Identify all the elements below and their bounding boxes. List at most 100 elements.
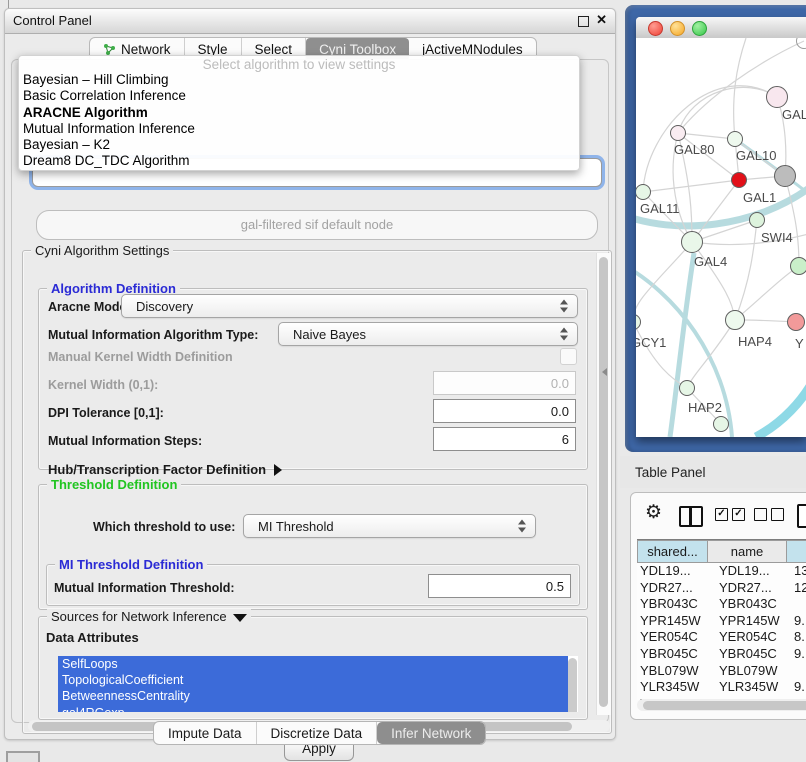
network-node-hap2[interactable]	[679, 380, 695, 396]
node-label-hap2: HAP2	[688, 400, 722, 415]
panel-collapse-handle[interactable]	[6, 751, 40, 762]
kernel-width-field[interactable]: 0.0	[433, 371, 576, 395]
mac-zoom-icon[interactable]	[692, 21, 707, 36]
attribute-item-selected[interactable]: gal4RGexp	[58, 705, 568, 712]
which-threshold-label: Which threshold to use:	[93, 520, 235, 534]
hub-definition-toggle[interactable]: Hub/Transcription Factor Definition	[48, 462, 282, 477]
mi-steps-field[interactable]: 6	[433, 427, 576, 451]
threshold-definition-title: Threshold Definition	[47, 477, 181, 492]
table-row[interactable]: YBR045CYBR045C9.	[637, 646, 806, 663]
dropdown-item[interactable]: Bayesian – K2	[23, 137, 575, 153]
mi-threshold-label: Mutual Information Threshold:	[54, 581, 235, 595]
table-row[interactable]: YPR145WYPR145W9.	[637, 613, 806, 630]
table-cell: YBL079W	[708, 663, 787, 680]
deselect-all-icon[interactable]	[754, 508, 784, 521]
network-node-gal4[interactable]	[681, 231, 703, 253]
stepper-icon	[518, 520, 526, 533]
table-cell	[787, 596, 794, 613]
table-cell: YLR345W	[637, 679, 708, 696]
close-icon[interactable]: ✕	[596, 12, 607, 28]
table-header-row: shared...name	[637, 539, 806, 563]
list-scrollbar[interactable]	[568, 658, 577, 712]
network-selector-combo[interactable]: gal-filtered sif default node	[36, 210, 598, 240]
table-cell: YPR145W	[708, 613, 787, 630]
network-canvas[interactable]: GALGAL80GAL10GAL1GAL11SWI4GAL4GCY1HAP4YH…	[636, 38, 806, 437]
table-cell: YER054C	[637, 629, 708, 646]
dropdown-item[interactable]: Mutual Information Inference	[23, 121, 575, 137]
mac-close-icon[interactable]	[648, 21, 663, 36]
column-header-partial[interactable]	[787, 540, 806, 563]
tab-impute-data[interactable]: Impute Data	[154, 722, 257, 744]
kernel-width-label: Kernel Width (0,1):	[48, 378, 158, 392]
mi-type-value: Naive Bayes	[293, 327, 366, 342]
aracne-mode-label: Aracne Mode:	[48, 300, 131, 314]
dpi-tolerance-field[interactable]: 0.0	[433, 399, 576, 423]
table-row[interactable]: YDR27...YDR27...12	[637, 580, 806, 597]
mi-type-combo[interactable]: Naive Bayes	[278, 322, 578, 346]
dropdown-item[interactable]: ARACNE Algorithm	[23, 105, 575, 121]
network-node-gal1[interactable]	[731, 172, 747, 188]
mac-minimize-icon[interactable]	[670, 21, 685, 36]
cyni-algorithm-settings-title: Cyni Algorithm Settings	[31, 243, 173, 258]
gear-icon[interactable]: ⚙	[645, 503, 662, 523]
splitter-handle[interactable]	[602, 368, 607, 376]
attribute-item-selected[interactable]: TopologicalCoefficient	[58, 672, 568, 688]
table-row[interactable]: YBL079WYBL079W	[637, 663, 806, 680]
table-horizontal-scrollbar[interactable]	[637, 699, 806, 711]
dropdown-placeholder: Select algorithm to view settings	[19, 57, 579, 72]
network-node-gal-top[interactable]	[766, 86, 788, 108]
mi-threshold-definition-title: MI Threshold Definition	[55, 557, 207, 572]
aracne-mode-combo[interactable]: Discovery	[121, 294, 578, 318]
split-panel-icon[interactable]	[679, 506, 703, 527]
new-column-icon[interactable]	[797, 504, 806, 528]
node-label-gal1: GAL1	[743, 190, 776, 205]
screen: Control Panel ✕ NetworkStyleSelectCyni T…	[0, 0, 806, 762]
network-node-salmon[interactable]	[787, 313, 805, 331]
table-cell: 12	[787, 580, 806, 597]
table-cell: YDR27...	[708, 580, 787, 597]
node-label-gal11: GAL11	[640, 201, 680, 216]
table-cell: YDL19...	[637, 563, 708, 580]
attribute-item-selected[interactable]: SelfLoops	[58, 656, 568, 672]
dropdown-item[interactable]: Dream8 DC_TDC Algorithm	[23, 153, 575, 169]
aracne-mode-value: Discovery	[136, 299, 193, 314]
column-header-name[interactable]: name	[708, 540, 787, 563]
network-node-gal10[interactable]	[727, 131, 743, 147]
float-window-icon[interactable]	[578, 16, 589, 27]
which-threshold-combo[interactable]: MI Threshold	[243, 514, 536, 538]
dropdown-item[interactable]: Bayesian – Hill Climbing	[23, 72, 575, 88]
network-node-bottom-green[interactable]	[713, 416, 729, 432]
network-node-hap4[interactable]	[725, 310, 745, 330]
mi-threshold-field[interactable]: 0.5	[428, 574, 571, 598]
network-node-big-gray[interactable]	[774, 165, 796, 187]
manual-kernel-label: Manual Kernel Width Definition	[48, 350, 233, 364]
manual-kernel-checkbox[interactable]	[560, 348, 577, 365]
settings-vertical-scrollbar[interactable]	[596, 253, 611, 715]
column-header-shared...[interactable]: shared...	[637, 540, 708, 563]
table-cell: 9.	[787, 646, 805, 663]
table-row[interactable]: YLR345WYLR345W9.	[637, 679, 806, 696]
select-all-icon[interactable]: ✓✓	[715, 508, 745, 521]
dropdown-item[interactable]: Basic Correlation Inference	[23, 88, 575, 104]
table-cell: YBR043C	[708, 596, 787, 613]
network-node-gal80[interactable]	[670, 125, 686, 141]
table-panel-header: Table Panel	[620, 456, 806, 488]
expanded-arrow-icon	[233, 614, 247, 622]
network-window-titlebar	[636, 17, 806, 39]
network-node-right-green[interactable]	[790, 257, 806, 275]
table-cell: YLR345W	[708, 679, 787, 696]
table-row[interactable]: YBR043CYBR043C	[637, 596, 806, 613]
node-label-gal4: GAL4	[694, 254, 727, 269]
table-cell	[787, 663, 794, 680]
control-panel-titlebar: Control Panel ✕	[5, 9, 615, 34]
table-cell: 9.	[787, 613, 805, 630]
table-row[interactable]: YDL19...YDL19...13	[637, 563, 806, 580]
attribute-item-selected[interactable]: BetweennessCentrality	[58, 688, 568, 704]
tab-infer-network[interactable]: Infer Network	[377, 722, 485, 744]
network-node-swi4[interactable]	[749, 212, 765, 228]
tab-discretize-data[interactable]: Discretize Data	[257, 722, 378, 744]
data-attributes-list[interactable]: SelfLoopsTopologicalCoefficientBetweenne…	[58, 656, 578, 712]
table-panel: ⚙ ✓✓ shared...name YDL19...YDL19...13YDR…	[630, 492, 806, 720]
node-label-hap4: HAP4	[738, 334, 772, 349]
table-row[interactable]: YER054CYER054C8.	[637, 629, 806, 646]
